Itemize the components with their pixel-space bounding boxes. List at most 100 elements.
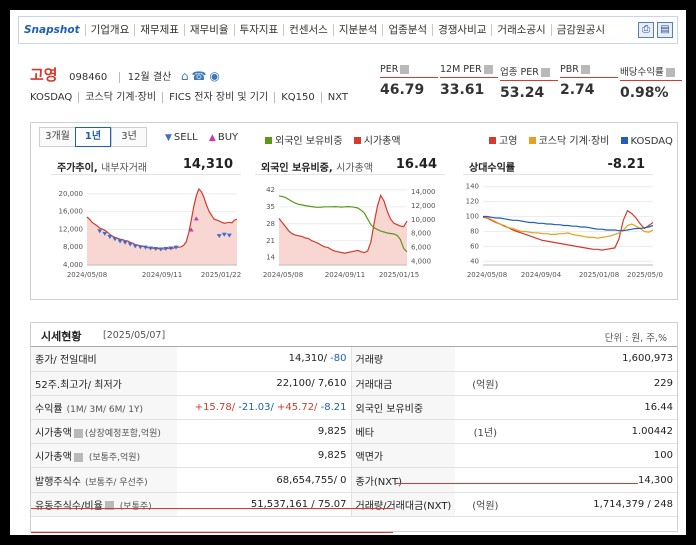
info-icon[interactable]	[73, 428, 83, 438]
nxt-label: NXT	[320, 92, 354, 103]
market-title: 시세현황	[41, 330, 82, 343]
x-tick-label: 2025/01/15	[379, 271, 419, 279]
row-value: 14,310/ -80	[177, 347, 352, 372]
x-tick-label: 2024/09/11	[325, 271, 365, 279]
table-row: 52주.최고가/ 최저가 22,100/ 7,610 거래대금 (억원) 229	[31, 371, 677, 396]
nav-overview[interactable]: 기업개요	[86, 24, 136, 36]
info-icon[interactable]	[400, 65, 410, 74]
row-key: 수익률 (1M/ 3M/ 6M/ 1Y)	[31, 395, 177, 421]
nav-industry[interactable]: 업종분석	[383, 24, 434, 36]
sell-marker-icon: ▼	[165, 133, 172, 143]
row-key: 52주.최고가/ 최저가	[31, 371, 177, 396]
y-tick-label: 16,000	[59, 208, 84, 216]
row-unit: (억원)	[455, 371, 516, 396]
return-1y: -8.21	[317, 401, 347, 413]
info-icon[interactable]	[483, 65, 493, 74]
nav-peer-compare[interactable]: 경쟁사비교	[433, 24, 493, 36]
metric-per: PER 46.79	[380, 64, 438, 101]
metric-label: PBR	[560, 64, 579, 75]
y-right-tick-label: 10,000	[411, 216, 436, 224]
chart-header-value: -8.21	[607, 157, 645, 172]
legend-swatch	[265, 137, 272, 144]
nav-financial-statements[interactable]: 재무제표	[135, 24, 185, 36]
y-tick-label: 100	[466, 213, 479, 221]
metric-12m-per: 12M PER 33.61	[440, 64, 498, 101]
market-header: 시세현황 [2025/05/07] 단위 : 원, 주,%	[31, 323, 677, 347]
nav-exchange-disclosure[interactable]: 거래소공시	[492, 24, 552, 36]
company-icons: ⌂ ☎ ◉	[181, 69, 223, 83]
nav-financial-ratios[interactable]: 재무비율	[185, 24, 235, 36]
close-price: 14,310/	[288, 353, 331, 365]
row-key: 거래량	[351, 347, 456, 372]
row-key-label: 유동주식수/비율	[35, 500, 103, 512]
y-left-tick-label: 35	[266, 203, 275, 211]
row-key-sub: (상장예정포함,억원)	[84, 429, 161, 440]
info-icon[interactable]	[580, 65, 590, 74]
x-tick-label: 2025/01/08	[579, 271, 619, 279]
row-unit	[455, 395, 516, 421]
row-value: 14,300	[515, 467, 677, 493]
row-value: 9,825	[177, 419, 352, 445]
row-key-sub: (보통주/ 우선주)	[85, 477, 148, 488]
row-key-label: 수익률	[35, 403, 63, 415]
chart-head: 상대수익률 -8.21	[463, 155, 653, 175]
phone-icon[interactable]: ☎	[191, 69, 206, 83]
metric-label: 배당수익률	[620, 67, 664, 78]
nav-ownership[interactable]: 지분분석	[334, 24, 384, 36]
legend-buy: BUY	[217, 132, 239, 143]
row-unit	[455, 443, 516, 469]
chart-title: 외국인 보유비중, 시가총액	[261, 163, 373, 174]
row-key: 거래량/거래대금(NXT)	[351, 492, 456, 517]
row-key: 외국인 보유비중	[351, 395, 456, 421]
export-icon[interactable]: ▤	[657, 22, 673, 38]
sector-label: 코스닥 기계·장비	[78, 92, 163, 103]
metric-value: 46.79	[380, 82, 425, 98]
nav-tools: ⎙ ▤	[638, 22, 677, 38]
row-value: 1.00442	[515, 419, 677, 445]
company-classification: KOSDAQ 코스닥 기계·장비 FICS 전자 장비 및 기기 KQ150 NXT	[30, 88, 354, 103]
company-code: 098460	[69, 72, 108, 83]
return-1m: +15.78/	[194, 401, 236, 413]
nav-fss-disclosure[interactable]: 금감원공시	[552, 24, 610, 36]
metric-value: 33.61	[440, 82, 485, 98]
row-key: 베타	[351, 419, 456, 445]
home-icon[interactable]: ⌂	[181, 69, 189, 83]
info-icon[interactable]	[540, 68, 550, 77]
price-trend-svg: 20,000 16,000 12,000 8,000 4,000 2024/05/08 20…	[59, 187, 241, 279]
row-value: 1,600,973	[515, 347, 677, 372]
row-value: 9,825	[177, 443, 352, 469]
legend-swatch	[620, 137, 628, 144]
relative-legend: 고영 코스닥 기계·장비 KOSDAQ	[481, 132, 673, 147]
tab-1-year[interactable]: 1년	[75, 127, 111, 147]
metric-label: 12M PER	[440, 64, 482, 75]
metric-label: PER	[380, 64, 399, 75]
y-left-tick-label: 21	[266, 237, 275, 245]
nav-snapshot[interactable]: Snapshot	[19, 24, 86, 36]
row-key: 액면가	[351, 443, 456, 469]
x-tick-label: 2024/05/08	[263, 271, 303, 279]
market-table: 종가/ 전일대비 14,310/ -80 거래량 1,600,973 52주.최…	[31, 347, 677, 517]
row-unit: (억원)	[455, 492, 516, 517]
metric-value: 2.74	[560, 82, 595, 98]
metric-industry-per: 업종 PER 53.24	[500, 64, 558, 101]
nav-investment-indicators[interactable]: 투자지표	[235, 24, 285, 36]
printer-icon[interactable]: ⎙	[638, 22, 654, 38]
location-icon[interactable]: ◉	[209, 69, 219, 83]
tab-3-years[interactable]: 3년	[111, 127, 147, 147]
metric-dividend-yield: 배당수익률 0.98%	[620, 64, 682, 101]
info-icon[interactable]	[665, 68, 675, 77]
nav-consensus[interactable]: 컨센서스	[284, 24, 334, 36]
row-key-label: 발행주식수	[35, 476, 81, 488]
row-key: 거래대금	[351, 371, 456, 396]
legend-company: 고영	[499, 136, 518, 147]
y-tick-label: 12,000	[59, 225, 84, 233]
chart-subtitle: 시가총액	[336, 163, 373, 174]
y-right-tick-label: 14,000	[411, 188, 436, 196]
snapshot-frame: Snapshot 기업개요 재무제표 재무비율 투자지표 컨센서스 지분분석 업…	[10, 10, 686, 535]
x-tick-label: 2024/05/08	[67, 271, 107, 279]
chart-head: 외국인 보유비중, 시가총액 16.44	[255, 155, 445, 175]
x-tick-label: 2024/09/11	[142, 271, 182, 279]
info-icon[interactable]	[73, 452, 83, 462]
tab-3-months[interactable]: 3개월	[39, 127, 75, 147]
buy-marker-icon: ▲	[208, 133, 216, 143]
